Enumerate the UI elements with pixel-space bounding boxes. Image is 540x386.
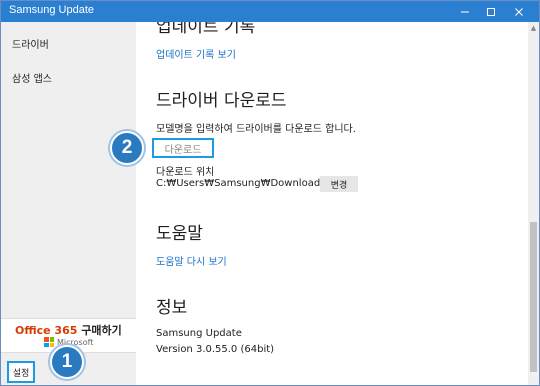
scrollbar-thumb[interactable] [530,222,537,372]
office-brand: Office 365 [15,324,78,337]
download-location-path: C:₩Users₩Samsung₩Downloads [156,178,326,189]
window-title: Samsung Update [9,4,94,16]
microsoft-logo-icon [44,337,54,347]
samsung-update-window: Samsung Update 드라이버 삼성 앱스 Office 365 구매하… [0,0,540,386]
info-heading: 정보 [156,298,188,318]
help-heading: 도움말 [156,224,203,244]
step-badge-1: 1 [50,345,84,379]
scroll-up-arrow-icon[interactable]: ▲ [528,24,539,34]
change-location-button[interactable]: 변경 [320,176,358,192]
title-bar: Samsung Update [1,1,539,22]
app-name: Samsung Update [156,328,242,339]
step-badge-2: 2 [110,131,144,165]
sidebar: 드라이버 삼성 앱스 Office 365 구매하기 Microsoft [1,22,136,385]
office-buy-label: 구매하기 [81,324,122,337]
minimize-icon [461,11,469,12]
maximize-button[interactable] [479,1,503,22]
driver-download-heading: 드라이버 다운로드 [156,91,287,111]
close-icon [515,7,523,16]
help-replay-link[interactable]: 도움말 다시 보기 [156,253,227,268]
download-location-label: 다운로드 위치 [156,167,215,178]
main-content: 업데이트 기록 업데이트 기록 보기 드라이버 다운로드 모델명을 입력하여 드… [136,22,528,385]
close-button[interactable] [507,1,531,22]
settings-button[interactable]: 설정 [7,361,35,383]
update-history-heading: 업데이트 기록 [156,22,256,37]
office-ad-title: Office 365 구매하기 [15,322,122,338]
update-history-link[interactable]: 업데이트 기록 보기 [156,46,236,61]
minimize-button[interactable] [453,1,477,22]
sidebar-item-drivers[interactable]: 드라이버 [12,36,49,51]
download-button[interactable]: 다운로드 [152,138,214,158]
vertical-scrollbar[interactable]: ▲ [528,22,539,385]
maximize-icon [487,7,495,16]
app-version: Version 3.0.55.0 (64bit) [156,344,275,355]
sidebar-item-samsung-apps[interactable]: 삼성 앱스 [12,70,52,85]
driver-download-description: 모델명을 입력하여 드라이버를 다운로드 합니다. [156,124,356,135]
